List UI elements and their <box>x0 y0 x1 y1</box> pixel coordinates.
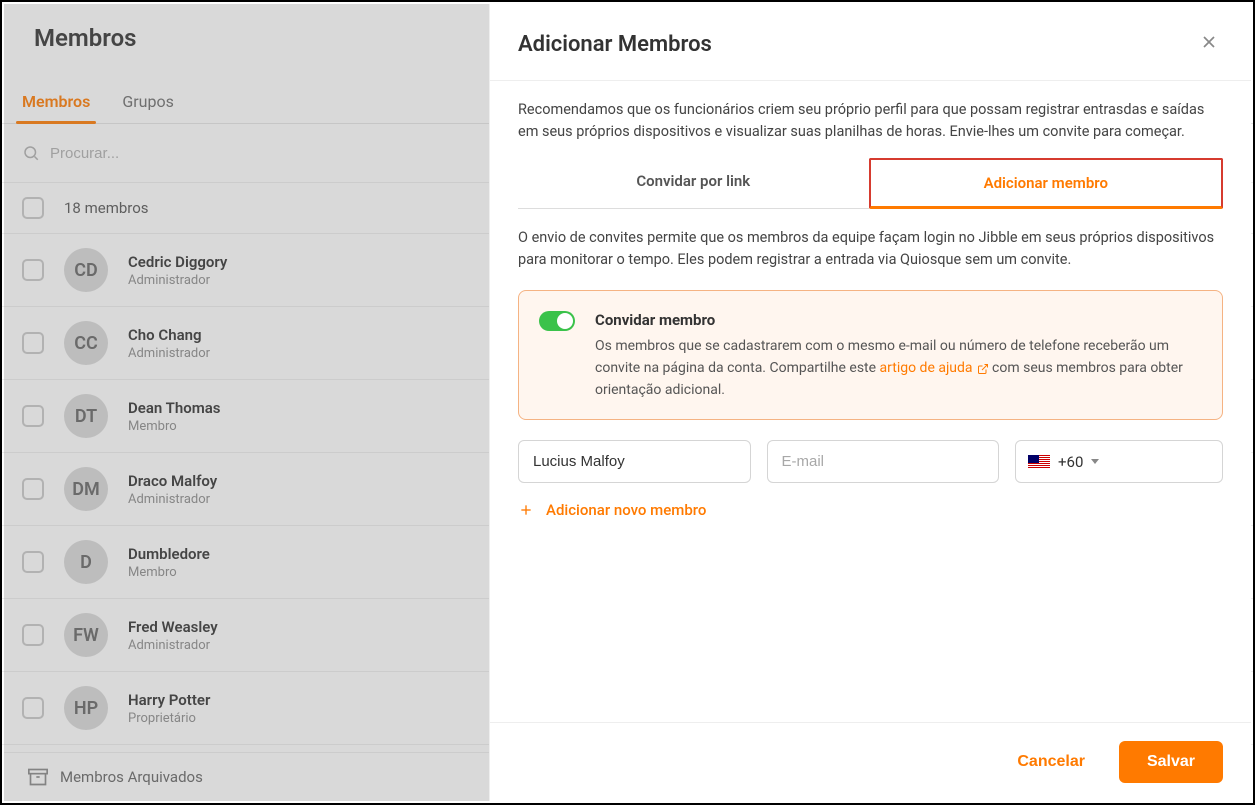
member-name-input[interactable] <box>518 440 751 483</box>
tab-invite-link[interactable]: Convidar por link <box>518 158 869 209</box>
modal-desc-text: O envio de convites permite que os membr… <box>518 227 1223 272</box>
invite-toggle[interactable] <box>539 311 575 331</box>
close-button[interactable] <box>1195 28 1223 60</box>
invite-card-text: Os membros que se cadastrarem com o mesm… <box>595 336 1202 401</box>
tab-add-member[interactable]: Adicionar membro <box>869 158 1224 209</box>
phone-code-label: +60 <box>1058 453 1083 471</box>
plus-icon <box>518 502 534 518</box>
phone-code-select[interactable]: +60 <box>1015 440 1223 483</box>
flag-icon <box>1028 455 1050 469</box>
invite-card-title: Convidar membro <box>595 309 1202 332</box>
help-article-link[interactable]: artigo de ajuda <box>880 358 989 380</box>
save-button[interactable]: Salvar <box>1119 741 1223 783</box>
close-icon <box>1199 32 1219 52</box>
modal-title: Adicionar Membros <box>518 32 712 57</box>
add-members-modal: Adicionar Membros Recomendamos que os fu… <box>489 4 1251 801</box>
invite-member-card: Convidar membro Os membros que se cadast… <box>518 290 1223 420</box>
modal-intro-text: Recomendamos que os funcionários criem s… <box>518 99 1223 144</box>
cancel-button[interactable]: Cancelar <box>1001 741 1101 783</box>
external-link-icon <box>977 363 989 375</box>
help-link-text: artigo de ajuda <box>880 358 973 380</box>
member-email-input[interactable] <box>767 440 1000 483</box>
add-new-label: Adicionar novo membro <box>546 501 706 519</box>
chevron-down-icon <box>1091 459 1099 464</box>
add-new-member-button[interactable]: Adicionar novo membro <box>518 501 1223 519</box>
